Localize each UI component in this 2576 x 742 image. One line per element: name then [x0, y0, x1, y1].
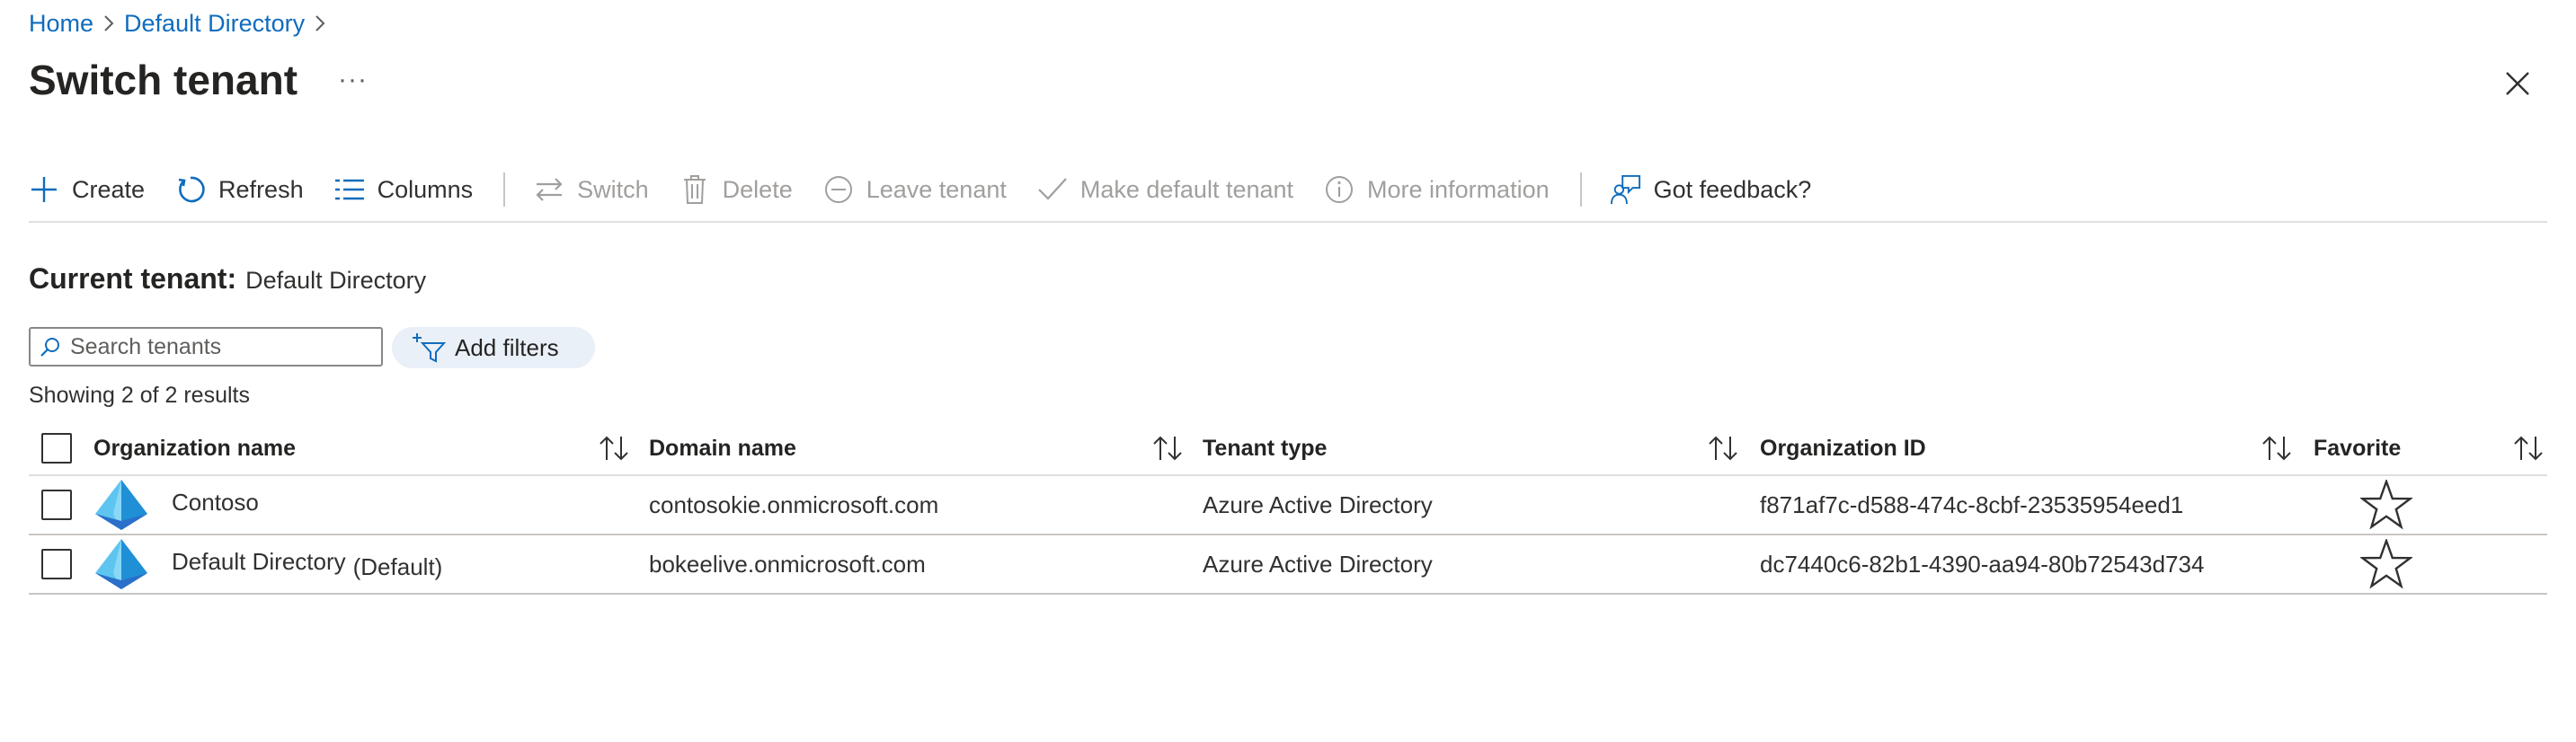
domain-name-cell: bokeelive.onmicrosoft.com — [649, 550, 926, 578]
columns-label: Columns — [377, 175, 474, 203]
breadcrumb-home-link[interactable]: Home — [29, 10, 93, 38]
feedback-button[interactable]: Got feedback? — [1610, 167, 1812, 212]
chevron-right-icon — [305, 14, 335, 32]
table-header-row: Organization name Domain name Tenant typ… — [29, 422, 2547, 476]
page-title: Switch tenant — [29, 57, 298, 103]
sort-arrows-icon[interactable] — [1708, 435, 1738, 462]
azure-ad-pyramid-icon — [95, 539, 147, 589]
organization-name-cell: Contoso — [172, 476, 266, 534]
add-filters-button[interactable]: Add filters — [392, 327, 595, 368]
plus-icon — [29, 174, 59, 205]
minus-circle-icon — [823, 174, 854, 205]
current-tenant: Current tenant: Default Directory — [29, 262, 426, 296]
feedback-person-icon — [1610, 174, 1641, 205]
current-tenant-value: Default Directory — [245, 267, 427, 294]
current-tenant-label: Current tenant: — [29, 262, 237, 295]
make-default-tenant-label: Make default tenant — [1079, 175, 1294, 203]
table-row[interactable]: Default Directory (Default) bokeelive.on… — [29, 535, 2547, 595]
more-information-label: More information — [1367, 175, 1550, 203]
more-options-button[interactable]: ··· — [338, 65, 368, 95]
add-filter-icon — [413, 333, 446, 363]
leave-tenant-label: Leave tenant — [866, 175, 1007, 203]
search-input[interactable] — [70, 333, 358, 360]
column-header-favorite[interactable]: Favorite — [2314, 422, 2401, 474]
azure-ad-pyramid-icon — [95, 480, 147, 530]
organization-name[interactable]: Default Directory — [172, 548, 346, 576]
refresh-button[interactable]: Refresh — [175, 167, 304, 212]
chevron-right-icon — [93, 14, 124, 32]
search-box — [29, 327, 383, 367]
search-icon — [40, 338, 59, 357]
add-filters-label: Add filters — [455, 333, 559, 361]
more-information-button[interactable]: More information — [1324, 167, 1550, 212]
create-button[interactable]: Create — [29, 167, 145, 212]
star-outline-icon[interactable] — [2360, 480, 2412, 530]
toolbar-divider — [1579, 172, 1582, 207]
trash-icon — [680, 174, 710, 205]
column-header-domain-name[interactable]: Domain name — [649, 422, 796, 474]
organization-name-cell: Default Directory (Default) — [172, 535, 442, 593]
column-header-tenant-type[interactable]: Tenant type — [1203, 422, 1327, 474]
breadcrumb-directory-link[interactable]: Default Directory — [124, 10, 305, 38]
column-header-organization-id[interactable]: Organization ID — [1760, 422, 1926, 474]
feedback-label: Got feedback? — [1653, 175, 1812, 203]
column-header-organization-name[interactable]: Organization name — [93, 422, 296, 474]
domain-name-cell: contosokie.onmicrosoft.com — [649, 490, 939, 518]
default-suffix: (Default) — [352, 552, 443, 580]
close-button[interactable] — [2502, 68, 2533, 99]
tenant-type-cell: Azure Active Directory — [1203, 550, 1433, 578]
tenant-type-cell: Azure Active Directory — [1203, 490, 1433, 518]
star-outline-icon[interactable] — [2360, 539, 2412, 589]
switch-button[interactable]: Switch — [534, 167, 649, 212]
breadcrumb: Home Default Directory — [29, 7, 335, 40]
sort-arrows-icon[interactable] — [2513, 435, 2544, 462]
results-count: Showing 2 of 2 results — [29, 383, 250, 408]
switch-arrows-icon — [534, 174, 564, 205]
tenants-table: Organization name Domain name Tenant typ… — [29, 422, 2547, 595]
refresh-label: Refresh — [218, 175, 304, 203]
checkmark-icon — [1037, 174, 1068, 205]
columns-list-icon — [334, 174, 365, 205]
refresh-icon — [175, 174, 206, 205]
columns-button[interactable]: Columns — [334, 167, 474, 212]
organization-name[interactable]: Contoso — [172, 489, 259, 517]
toolbar-divider — [503, 172, 506, 207]
toolbar-separator — [29, 221, 2547, 223]
sort-arrows-icon[interactable] — [1152, 435, 1183, 462]
row-checkbox[interactable] — [41, 549, 72, 579]
organization-id-cell: f871af7c-d588-474c-8cbf-23535954eed1 — [1760, 490, 2184, 518]
create-label: Create — [72, 175, 146, 203]
switch-label: Switch — [577, 175, 649, 203]
sort-arrows-icon[interactable] — [599, 435, 629, 462]
make-default-tenant-button[interactable]: Make default tenant — [1037, 167, 1293, 212]
delete-button[interactable]: Delete — [680, 167, 793, 212]
organization-id-cell: dc7440c6-82b1-4390-aa94-80b72543d734 — [1760, 550, 2205, 578]
table-row[interactable]: Contoso contosokie.onmicrosoft.com Azure… — [29, 476, 2547, 535]
select-all-checkbox[interactable] — [41, 433, 72, 464]
delete-label: Delete — [722, 175, 793, 203]
command-bar: Create Refresh Columns Switch Delete Lea… — [29, 167, 1842, 212]
info-icon — [1324, 174, 1355, 205]
sort-arrows-icon[interactable] — [2261, 435, 2292, 462]
close-icon — [2506, 72, 2529, 95]
row-checkbox[interactable] — [41, 490, 72, 520]
leave-tenant-button[interactable]: Leave tenant — [823, 167, 1007, 212]
